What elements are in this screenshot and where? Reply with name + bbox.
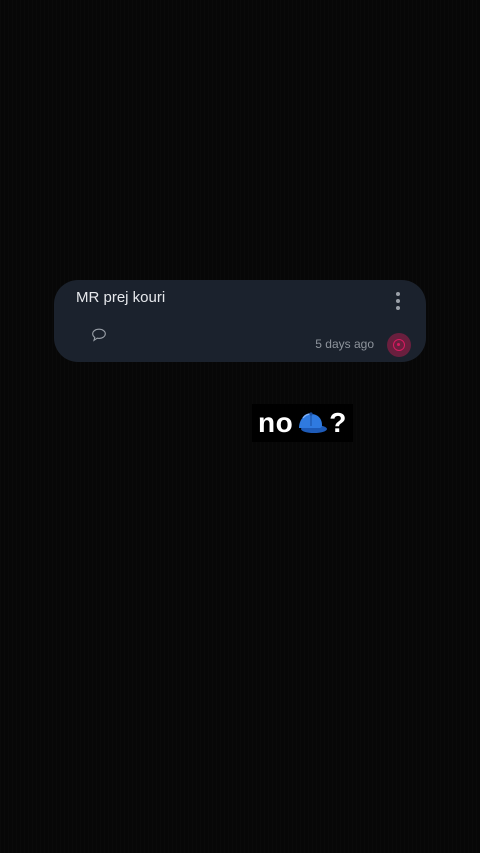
post-timestamp: 5 days ago — [315, 337, 374, 351]
more-vertical-icon — [396, 292, 400, 296]
blue-cap-icon — [299, 412, 328, 433]
more-vertical-icon-dot — [396, 306, 400, 310]
text-sticker[interactable]: no ? — [252, 404, 353, 442]
more-options-button[interactable] — [388, 288, 408, 314]
background — [0, 0, 480, 853]
post-card[interactable]: MR prej kouri 5 days ago — [54, 280, 426, 362]
post-title: MR prej kouri — [76, 289, 166, 306]
sticker-text-prefix: no — [258, 407, 294, 438]
sticker-text-suffix: ? — [329, 407, 347, 438]
comment-icon[interactable] — [91, 328, 107, 342]
more-vertical-icon-dot — [396, 299, 400, 303]
avatar[interactable] — [387, 333, 411, 357]
avatar-icon — [393, 339, 405, 351]
